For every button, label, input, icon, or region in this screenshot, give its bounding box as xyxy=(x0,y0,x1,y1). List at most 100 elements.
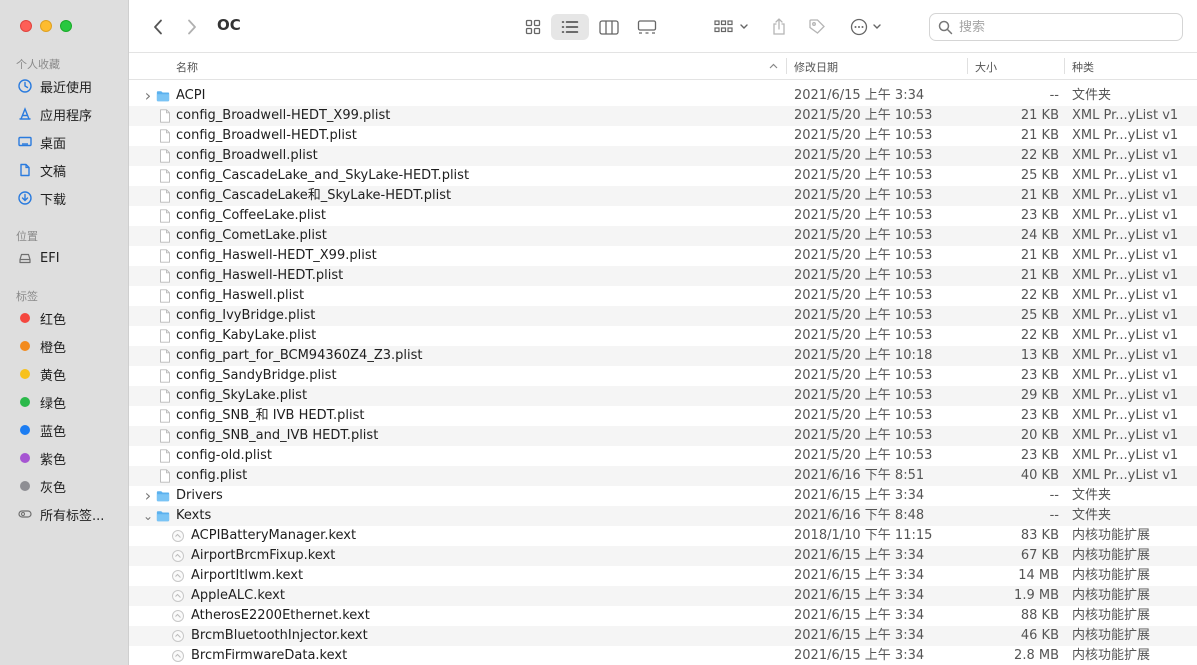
sidebar-tag-item[interactable]: 绿色 xyxy=(18,391,66,413)
file-size: 29 KB xyxy=(1020,388,1059,403)
column-header-name[interactable]: 名称 xyxy=(176,59,198,75)
file-row[interactable]: config_Broadwell.plist 2021/5/20 上午 10:53… xyxy=(129,146,1197,166)
file-date: 2021/6/15 上午 3:34 xyxy=(794,568,925,583)
file-name: config_Haswell-HEDT_X99.plist xyxy=(176,248,377,263)
file-kind: XML Pr...yList v1 xyxy=(1072,268,1179,283)
file-size: 21 KB xyxy=(1020,108,1059,123)
file-row[interactable]: AppleALC.kext 2021/6/15 上午 3:34 1.9 MB 内核功能… xyxy=(129,586,1197,606)
more-actions-button[interactable] xyxy=(846,14,884,40)
file-row[interactable]: BrcmBluetoothInjector.kext 2021/6/15 上午 3… xyxy=(129,626,1197,646)
file-row[interactable]: AirportItlwm.kext 2021/6/15 上午 3:34 14 MB 内… xyxy=(129,566,1197,586)
back-button[interactable] xyxy=(147,14,169,40)
sidebar-tag-item[interactable]: 灰色 xyxy=(18,475,66,497)
file-row[interactable]: config_SNB_and_IVB HEDT.plist 2021/5/20 上… xyxy=(129,426,1197,446)
file-size: 21 KB xyxy=(1020,188,1059,203)
file-name: AirportBrcmFixup.kext xyxy=(191,548,336,563)
tag-icon xyxy=(809,19,825,34)
file-row[interactable]: ⌄ Kexts 2021/6/16 下午 8:48 -- 文件夹 xyxy=(129,506,1197,526)
file-row[interactable]: AtherosE2200Ethernet.kext 2021/6/15 上午 3:… xyxy=(129,606,1197,626)
desktop-icon xyxy=(18,135,32,149)
disclosure-triangle-icon[interactable]: › xyxy=(143,486,153,506)
sidebar-item-efi[interactable]: EFI xyxy=(18,247,60,269)
file-date: 2021/5/20 上午 10:53 xyxy=(794,108,933,123)
share-button[interactable] xyxy=(769,14,789,40)
group-button[interactable] xyxy=(711,14,751,40)
file-name: config_Haswell.plist xyxy=(176,288,305,303)
finder-window: 个人收藏 最近使用 应用程序 桌面 文稿 下载 位置 EFI 标签 红色 橙色 … xyxy=(0,0,1197,665)
file-date: 2021/5/20 上午 10:53 xyxy=(794,388,933,403)
sidebar-section-favorites: 个人收藏 xyxy=(16,58,60,71)
file-kind: XML Pr...yList v1 xyxy=(1072,448,1179,463)
zoom-window-button[interactable] xyxy=(60,20,72,32)
file-row[interactable]: config_Haswell-HEDT_X99.plist 2021/5/20 上… xyxy=(129,246,1197,266)
sidebar-item-label: 文稿 xyxy=(40,164,67,180)
file-row[interactable]: config_KabyLake.plist 2021/5/20 上午 10:53 2… xyxy=(129,326,1197,346)
file-name: config_CascadeLake_and_SkyLake-HEDT.plis… xyxy=(176,168,470,183)
file-row[interactable]: config_IvyBridge.plist 2021/5/20 上午 10:53… xyxy=(129,306,1197,326)
file-name: BrcmBluetoothInjector.kext xyxy=(191,628,368,643)
disclosure-triangle-icon[interactable]: ⌄ xyxy=(143,506,153,526)
tag-color-dot-icon xyxy=(18,339,32,353)
file-kind: XML Pr...yList v1 xyxy=(1072,288,1179,303)
column-header-kind[interactable]: 种类 xyxy=(1072,59,1094,75)
column-header-size[interactable]: 大小 xyxy=(975,59,997,75)
tag-color-dot-icon xyxy=(18,451,32,465)
file-row[interactable]: config_CometLake.plist 2021/5/20 上午 10:53… xyxy=(129,226,1197,246)
list-view-button[interactable] xyxy=(551,14,589,40)
file-name: AppleALC.kext xyxy=(191,588,285,603)
file-size: 83 KB xyxy=(1020,528,1059,543)
search-input[interactable] xyxy=(959,19,1159,35)
search-field[interactable] xyxy=(929,13,1183,41)
column-header-date[interactable]: 修改日期 xyxy=(794,59,838,75)
sidebar-item-all-tags[interactable]: 所有标签... xyxy=(18,503,104,525)
gallery-view-button[interactable] xyxy=(634,14,660,40)
sidebar-tag-item[interactable]: 红色 xyxy=(18,307,66,329)
file-row[interactable]: config_CascadeLake和_SkyLake-HEDT.plist 20… xyxy=(129,186,1197,206)
file-row[interactable]: config_CoffeeLake.plist 2021/5/20 上午 10:5… xyxy=(129,206,1197,226)
close-window-button[interactable] xyxy=(20,20,32,32)
sidebar-item-desktop[interactable]: 桌面 xyxy=(18,131,66,153)
file-row[interactable]: config.plist 2021/6/16 下午 8:51 40 KB XML Pr… xyxy=(129,466,1197,486)
file-kind: XML Pr...yList v1 xyxy=(1072,208,1179,223)
file-row[interactable]: ACPIBatteryManager.kext 2018/1/10 下午 11:1… xyxy=(129,526,1197,546)
file-row[interactable]: config_SandyBridge.plist 2021/5/20 上午 10:… xyxy=(129,366,1197,386)
file-date: 2021/6/15 上午 3:34 xyxy=(794,608,925,623)
file-row[interactable]: config_SNB_和 IVB HEDT.plist 2021/5/20 上午 … xyxy=(129,406,1197,426)
file-row[interactable]: config_Broadwell-HEDT_X99.plist 2021/5/20… xyxy=(129,106,1197,126)
file-date: 2021/6/15 上午 3:34 xyxy=(794,488,925,503)
sidebar-item-downloads[interactable]: 下载 xyxy=(18,187,66,209)
sidebar-tag-item[interactable]: 黄色 xyxy=(18,363,66,385)
file-row[interactable]: › ACPI 2021/6/15 上午 3:34 -- 文件夹 xyxy=(129,86,1197,106)
disclosure-triangle-icon[interactable]: › xyxy=(143,86,153,106)
file-size: 22 KB xyxy=(1020,288,1059,303)
file-row[interactable]: BrcmFirmwareData.kext 2021/6/15 上午 3:34 2.… xyxy=(129,646,1197,665)
sidebar-item-recents[interactable]: 最近使用 xyxy=(18,75,92,97)
minimize-window-button[interactable] xyxy=(40,20,52,32)
forward-button[interactable] xyxy=(181,14,203,40)
group-icon xyxy=(714,20,733,33)
tag-button[interactable] xyxy=(806,14,828,40)
file-kind: XML Pr...yList v1 xyxy=(1072,408,1179,423)
file-row[interactable]: config_Broadwell-HEDT.plist 2021/5/20 上午 … xyxy=(129,126,1197,146)
column-view-button[interactable] xyxy=(596,14,622,40)
file-size: -- xyxy=(1049,508,1059,523)
sidebar-tag-item[interactable]: 紫色 xyxy=(18,447,66,469)
sidebar-tag-item[interactable]: 橙色 xyxy=(18,335,66,357)
file-kind: 内核功能扩展 xyxy=(1072,548,1151,563)
file-row[interactable]: config_SkyLake.plist 2021/5/20 上午 10:53 29… xyxy=(129,386,1197,406)
tags-icon xyxy=(18,507,32,521)
file-name: config_SandyBridge.plist xyxy=(176,368,337,383)
file-row[interactable]: config_Haswell.plist 2021/5/20 上午 10:53 22… xyxy=(129,286,1197,306)
icon-view-button[interactable] xyxy=(520,14,546,40)
file-kind: XML Pr...yList v1 xyxy=(1072,328,1179,343)
sidebar-tag-item[interactable]: 蓝色 xyxy=(18,419,66,441)
file-row[interactable]: › Drivers 2021/6/15 上午 3:34 -- 文件夹 xyxy=(129,486,1197,506)
window-controls xyxy=(20,20,72,32)
sidebar-item-documents[interactable]: 文稿 xyxy=(18,159,66,181)
file-row[interactable]: AirportBrcmFixup.kext 2021/6/15 上午 3:34 67… xyxy=(129,546,1197,566)
sidebar-item-applications[interactable]: 应用程序 xyxy=(18,103,92,125)
file-row[interactable]: config-old.plist 2021/5/20 上午 10:53 23 KB X… xyxy=(129,446,1197,466)
file-row[interactable]: config_CascadeLake_and_SkyLake-HEDT.plis… xyxy=(129,166,1197,186)
file-row[interactable]: config_part_for_BCM94360Z4_Z3.plist 2021/… xyxy=(129,346,1197,366)
file-row[interactable]: config_Haswell-HEDT.plist 2021/5/20 上午 10… xyxy=(129,266,1197,286)
